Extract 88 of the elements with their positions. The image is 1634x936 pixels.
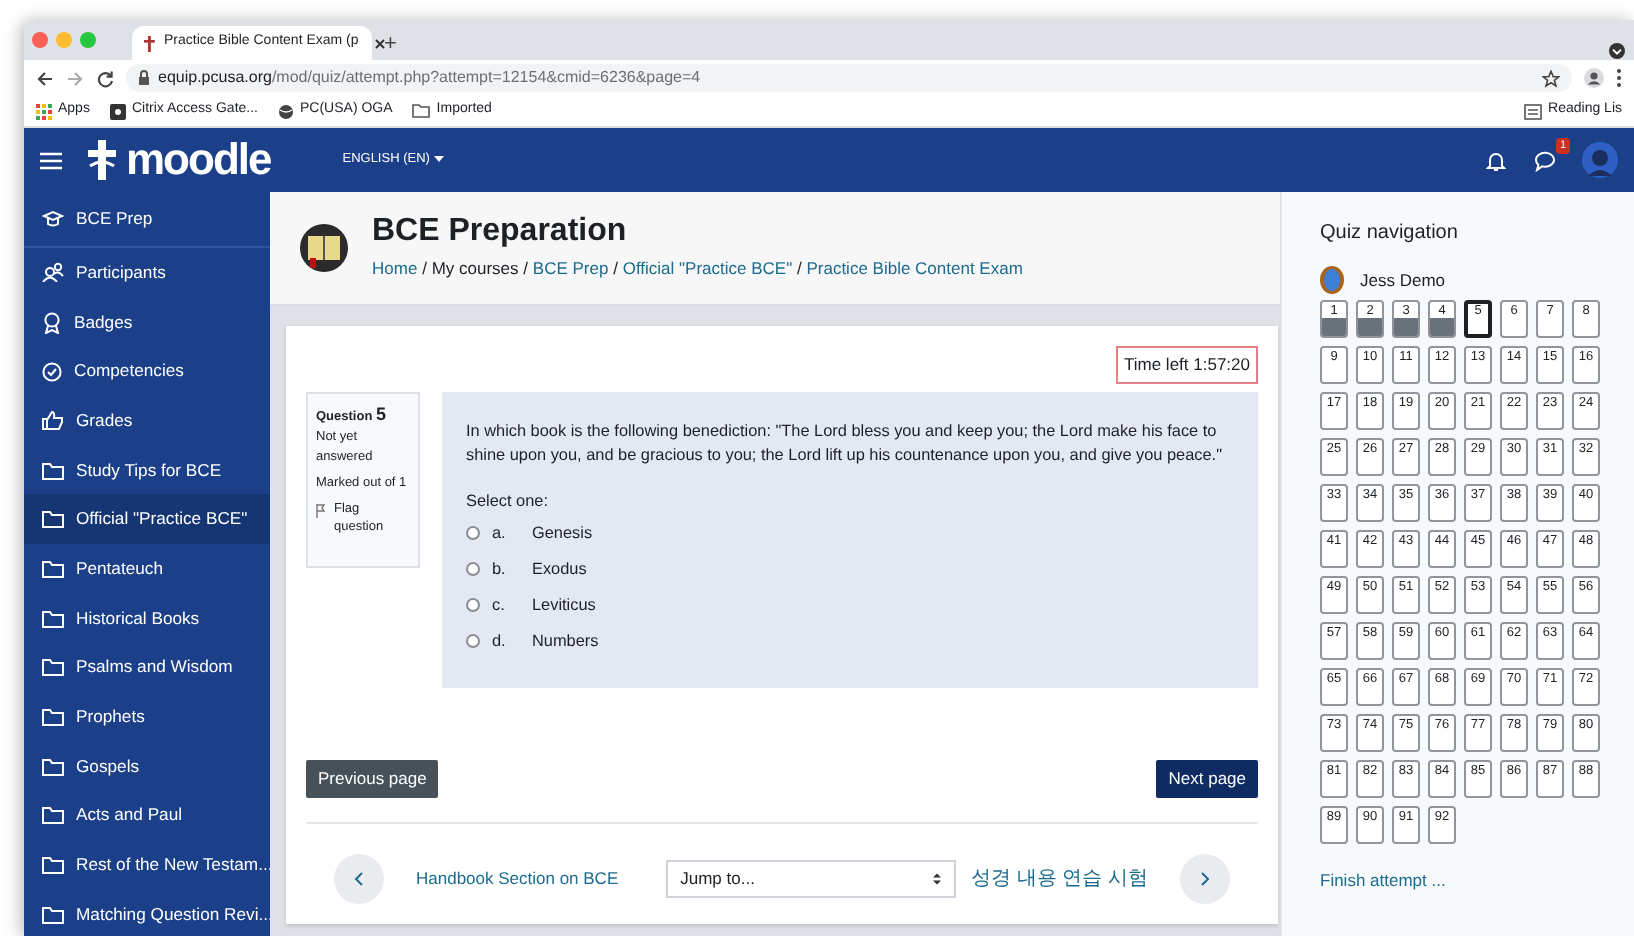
thumbs-up-icon <box>42 410 64 431</box>
new-tab-button[interactable]: + <box>384 34 397 56</box>
reading-list-icon <box>1524 103 1543 119</box>
select-prompt: Select one: <box>466 490 550 515</box>
breadcrumb-link[interactable]: Practice Bible Content Exam <box>806 258 1023 279</box>
sort-arrows-icon <box>932 872 943 886</box>
answer-option[interactable]: a. Genesis <box>466 515 1234 552</box>
folder-icon <box>412 104 431 118</box>
sidebar-item[interactable]: Gospels <box>24 741 270 792</box>
tab-search-icon[interactable] <box>1608 42 1626 60</box>
user-avatar-icon <box>1320 266 1344 294</box>
zoom-window-button[interactable] <box>80 32 96 48</box>
folder-icon <box>42 708 64 727</box>
sidebar-item[interactable]: Official "Practice BCE" <box>24 494 270 545</box>
folder-icon <box>42 856 64 875</box>
breadcrumb-text: My courses <box>431 258 519 279</box>
answer-option[interactable]: d. Numbers <box>466 623 1234 660</box>
page-title: BCE Preparation <box>372 213 629 249</box>
folder-icon <box>42 510 64 529</box>
caret-icon <box>433 155 444 162</box>
folder-icon <box>42 461 64 480</box>
book-icon <box>300 224 348 272</box>
profile-icon[interactable] <box>1584 68 1604 88</box>
folder-icon <box>42 757 64 776</box>
radio-button[interactable] <box>466 562 480 577</box>
more-menu-icon[interactable] <box>1616 68 1622 88</box>
chevron-right-icon <box>1200 872 1210 886</box>
forward-icon[interactable] <box>66 69 84 87</box>
sidebar-item[interactable]: Study Tips for BCE <box>24 445 270 495</box>
avatar-icon[interactable] <box>1582 142 1618 178</box>
next-activity-link[interactable]: 성경 내용 연습 시험 <box>971 864 1148 894</box>
folder-icon <box>42 806 64 825</box>
breadcrumb-separator: / <box>613 258 618 279</box>
address-bar[interactable]: equip.pcusa.org/mod/quiz/attempt.php?attempt=12154&cmid=6236&page=4 <box>126 64 1572 92</box>
chat-icon[interactable] <box>1534 149 1558 171</box>
sidebar-item[interactable]: Competencies <box>24 346 270 397</box>
answer-option[interactable]: b. Exodus <box>466 551 1234 588</box>
bookmark-star-icon[interactable] <box>1542 69 1560 87</box>
question-text: In which book is the following benediction: "The Lord bless you and keep you; the Lord make his face to shine upon you, and be gracious to you; the Lord lift up his countenance upon you, and give you peace." <box>466 419 1224 469</box>
reload-icon[interactable] <box>96 69 114 87</box>
chevron-left-icon <box>354 872 364 886</box>
moodle-logo-text[interactable]: moodle <box>126 138 271 182</box>
radio-button[interactable] <box>466 526 480 541</box>
previous-page-button[interactable]: Previous page <box>306 760 439 798</box>
sidebar-item[interactable]: Prophets <box>24 692 270 742</box>
finish-attempt-link[interactable]: Finish attempt ... <box>1320 868 1446 894</box>
breadcrumb-link[interactable]: BCE Prep <box>532 258 609 279</box>
mortarboard-icon <box>42 210 64 228</box>
people-icon <box>42 262 64 283</box>
folder-icon <box>42 905 64 924</box>
radio-button[interactable] <box>466 634 480 649</box>
lock-icon <box>138 70 150 86</box>
breadcrumb-separator: / <box>523 258 529 279</box>
sidebar-item[interactable]: Psalms and Wisdom <box>24 643 270 693</box>
folder-icon <box>42 658 64 677</box>
sidebar-item[interactable]: Historical Books <box>24 593 270 643</box>
drawer-title: Quiz navigation <box>1320 220 1460 248</box>
breadcrumb-link[interactable]: Home <box>372 258 418 279</box>
folder-icon <box>42 609 64 628</box>
folder-icon <box>42 559 64 578</box>
back-icon[interactable] <box>36 69 54 87</box>
apps-grid-icon <box>36 103 52 119</box>
sidebar-item[interactable]: Badges <box>24 297 270 347</box>
check-circle-icon <box>42 361 62 382</box>
flag-icon <box>316 503 326 517</box>
user-name: Jess Demo <box>1360 267 1446 293</box>
breadcrumb-separator: / <box>796 258 802 279</box>
cross-logo-icon <box>142 35 156 51</box>
bell-icon[interactable] <box>1486 149 1506 171</box>
sidebar-item[interactable]: Pentateuch <box>24 544 270 594</box>
previous-activity-link[interactable]: Handbook Section on BCE <box>416 866 619 892</box>
globe-icon <box>278 103 294 119</box>
breadcrumb-link[interactable]: Official "Practice BCE" <box>622 258 793 279</box>
time-left: Time left 1:57:20 <box>1116 346 1258 384</box>
answer-option[interactable]: c. Leviticus <box>466 587 1234 624</box>
badge-icon <box>42 311 62 334</box>
sidebar-item[interactable]: Grades <box>24 396 270 446</box>
close-icon[interactable] <box>374 37 387 49</box>
sidebar-item[interactable]: Rest of the New Testam... <box>24 840 270 890</box>
next-page-button[interactable]: Next page <box>1156 760 1258 798</box>
sidebar-item[interactable]: Acts and Paul <box>24 791 270 841</box>
jump-to-select[interactable]: Jump to... <box>666 860 957 898</box>
breadcrumb-separator: / <box>422 258 427 279</box>
cross-logo-icon <box>86 138 118 182</box>
sidebar-item[interactable]: Participants <box>24 248 270 298</box>
close-window-button[interactable] <box>32 32 48 48</box>
radio-button[interactable] <box>466 598 480 613</box>
menu-icon[interactable] <box>40 151 62 169</box>
